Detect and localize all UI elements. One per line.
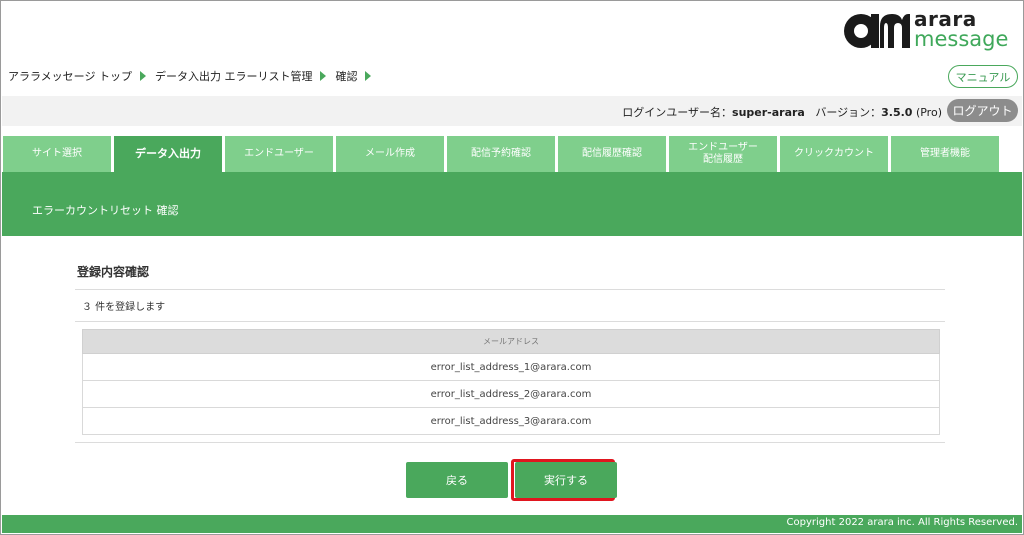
divider (75, 442, 945, 443)
version-edition: (Pro) (915, 106, 942, 119)
breadcrumb-error-list[interactable]: データ入出力 エラーリスト管理 (155, 68, 313, 84)
column-header-email: メールアドレス (82, 329, 940, 354)
breadcrumb-confirm: 確認 (335, 70, 358, 83)
divider (75, 289, 945, 290)
login-user-label: ログインユーザー名： (622, 106, 733, 119)
tab-click-count[interactable]: クリックカウント (780, 136, 888, 172)
am-logo-mark-icon (844, 14, 910, 48)
section-title: 登録内容確認 (77, 265, 150, 279)
table-header-row: メールアドレス (82, 329, 940, 354)
login-info: ログインユーザー名：super-arara バージョン：3.5.0 (Pro) (622, 104, 942, 120)
tab-data-io[interactable]: データ入出力 (114, 136, 222, 172)
email-cell: error_list_address_1@arara.com (82, 353, 940, 381)
tab-end-user[interactable]: エンドユーザー (225, 136, 333, 172)
breadcrumb-top[interactable]: アララメッセージ トップ (8, 68, 132, 84)
registration-count-text: ３ 件を登録します (82, 302, 166, 313)
tab-site-select[interactable]: サイト選択 (3, 136, 111, 172)
breadcrumb-arrow-icon (139, 71, 146, 81)
email-cell: error_list_address_2@arara.com (82, 380, 940, 408)
tab-end-user-history[interactable]: エンドユーザー 配信履歴 (669, 136, 777, 172)
table-row: error_list_address_1@arara.com (82, 353, 940, 381)
login-user-name: super-arara (732, 106, 805, 119)
arara-message-logo[interactable]: arara message (842, 7, 1009, 54)
footer: Copyright 2022 arara inc. All Rights Res… (2, 515, 1022, 533)
tab-admin[interactable]: 管理者機能 (891, 136, 999, 172)
tab-delivery-reservation[interactable]: 配信予約確認 (447, 136, 555, 172)
execute-button[interactable]: 実行する (515, 462, 617, 498)
version-label: バージョン： (815, 106, 882, 119)
page-header-band: エラーカウントリセット 確認 (2, 172, 1022, 236)
logo-word-message: message (914, 27, 1009, 51)
logo-word-arara: arara (914, 7, 977, 31)
copyright-text: Copyright 2022 arara inc. All Rights Res… (786, 517, 1018, 528)
tab-mail-create[interactable]: メール作成 (336, 136, 444, 172)
breadcrumb: アララメッセージ トップ データ入出力 エラーリスト管理 確認 (8, 68, 380, 84)
main-nav-tabs: サイト選択 データ入出力 エンドユーザー メール作成 配信予約確認 配信履歴確認… (3, 136, 1002, 172)
manual-button[interactable]: マニュアル (948, 65, 1018, 88)
logout-button[interactable]: ログアウト (947, 99, 1018, 122)
back-button[interactable]: 戻る (406, 462, 508, 498)
email-address-table: メールアドレス error_list_address_1@arara.com e… (82, 329, 940, 435)
divider (75, 321, 945, 322)
email-cell: error_list_address_3@arara.com (82, 407, 940, 435)
page-title: エラーカウントリセット 確認 (32, 204, 179, 217)
breadcrumb-arrow-icon (320, 71, 327, 81)
version-number: 3.5.0 (881, 106, 913, 119)
table-row: error_list_address_3@arara.com (82, 407, 940, 435)
tab-delivery-history[interactable]: 配信履歴確認 (558, 136, 666, 172)
breadcrumb-arrow-icon (365, 71, 372, 81)
table-row: error_list_address_2@arara.com (82, 380, 940, 408)
